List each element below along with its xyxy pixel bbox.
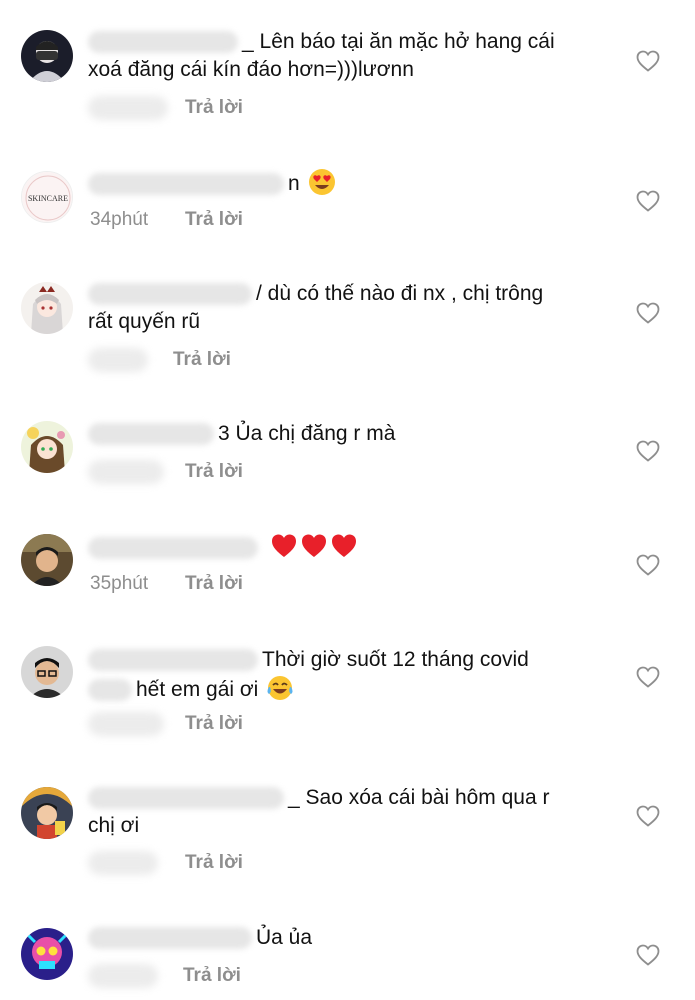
reply-button[interactable]: Trả lời — [183, 964, 241, 988]
reply-button[interactable]: Trả lời — [185, 208, 243, 232]
comment-item: SKINCARE n 34phút Trả lời — [0, 150, 695, 262]
comment-text-line: n — [88, 168, 336, 198]
blurred-username[interactable] — [88, 927, 252, 950]
comment-text-line: Thời giờ suốt 12 tháng covid — [88, 646, 529, 674]
blurred-username[interactable] — [88, 423, 214, 446]
anime-character-avatar[interactable] — [21, 421, 73, 473]
blurred-username — [88, 679, 132, 702]
comment-text-line: rất quyến rũ — [88, 308, 200, 336]
anime-girl-avatar[interactable] — [21, 282, 73, 334]
comment-text-line: xoá đăng cái kín đáo hơn=)))lươnn — [88, 56, 414, 84]
comment-item: _ Lên báo tại ăn mặc hở hang cái xoá đăn… — [0, 0, 695, 150]
comment-text: xoá đăng cái kín đáo hơn=)))lươnn — [88, 58, 414, 81]
comment-text: Thời giờ suốt 12 tháng covid — [262, 648, 529, 671]
blurred-time — [88, 96, 168, 120]
reply-button[interactable]: Trả lời — [185, 460, 243, 484]
man-portrait-avatar[interactable] — [21, 534, 73, 586]
cartoon-boy-avatar[interactable] — [21, 787, 73, 839]
like-heart-icon[interactable] — [636, 190, 660, 212]
neon-skull-avatar[interactable] — [21, 928, 73, 980]
reply-button[interactable]: Trả lời — [185, 851, 243, 875]
comment-item: 35phút Trả lời — [0, 512, 695, 622]
reply-button[interactable]: Trả lời — [173, 348, 231, 372]
comment-text: n — [288, 172, 300, 195]
blurred-username[interactable] — [88, 283, 252, 306]
like-heart-icon[interactable] — [636, 302, 660, 324]
comment-item: Thời giờ suốt 12 tháng covid hết em gái … — [0, 622, 695, 770]
comment-item: Ủa ủa Trả lời — [0, 902, 695, 1000]
like-heart-icon[interactable] — [636, 50, 660, 72]
blurred-time — [88, 348, 148, 372]
comment-time: 35phút — [90, 573, 149, 594]
comment-text: rất quyến rũ — [88, 310, 201, 333]
red-heart-emoji — [330, 532, 358, 560]
like-heart-icon[interactable] — [636, 440, 660, 462]
like-heart-icon[interactable] — [636, 666, 660, 688]
blurred-time — [88, 460, 164, 484]
reply-button[interactable]: Trả lời — [185, 572, 243, 596]
like-heart-icon[interactable] — [636, 805, 660, 827]
heart-eyes-emoji — [308, 168, 336, 196]
comment-text-line — [88, 532, 358, 562]
comment-text: _ Sao xóa cái bài hôm qua r — [288, 786, 550, 809]
comment-text-line: _ Sao xóa cái bài hôm qua r — [88, 784, 550, 812]
blurred-username[interactable] — [88, 787, 284, 810]
comment-text: _ Lên báo tại ăn mặc hở hang cái — [242, 30, 555, 53]
comment-item: 3 Ủa chị đăng r mà Trả lời — [0, 392, 695, 512]
comment-text-line: Ủa ủa — [88, 924, 312, 952]
masked-person-avatar[interactable] — [21, 30, 73, 82]
blurred-time — [88, 851, 158, 875]
blurred-username[interactable] — [88, 173, 284, 196]
blurred-username[interactable] — [88, 537, 258, 560]
comment-item: / dù có thế nào đi nx , chị trông rất qu… — [0, 262, 695, 392]
comment-text: 3 Ủa chị đăng r mà — [218, 422, 396, 445]
red-heart-emoji — [300, 532, 328, 560]
comment-item: _ Sao xóa cái bài hôm qua r chị ơi Trả l… — [0, 770, 695, 902]
like-heart-icon[interactable] — [636, 944, 660, 966]
comment-text: hết em gái ơi — [136, 678, 259, 701]
comment-text: / dù có thế nào đi nx , chị trông — [256, 282, 544, 305]
tears-of-joy-emoji — [266, 674, 294, 702]
red-heart-emoji — [270, 532, 298, 560]
blurred-username[interactable] — [88, 649, 258, 672]
reply-button[interactable]: Trả lời — [185, 712, 243, 736]
comment-time: 34phút — [90, 209, 149, 230]
comment-text: Ủa ủa — [256, 926, 313, 949]
comment-text-line: hết em gái ơi — [88, 674, 294, 704]
like-heart-icon[interactable] — [636, 554, 660, 576]
man-glasses-avatar[interactable] — [21, 646, 73, 698]
blurred-time — [88, 964, 158, 988]
blurred-username[interactable] — [88, 31, 238, 54]
comment-text-line: _ Lên báo tại ăn mặc hở hang cái — [88, 28, 555, 56]
comment-text-line: 3 Ủa chị đăng r mà — [88, 420, 395, 448]
reply-button[interactable]: Trả lời — [185, 96, 243, 120]
comment-text: chị ơi — [88, 814, 140, 837]
skincare-logo-avatar[interactable]: SKINCARE — [21, 171, 73, 223]
avatar-logo-text: SKINCARE — [28, 194, 68, 203]
blurred-time — [88, 712, 164, 736]
comment-text-line: / dù có thế nào đi nx , chị trông — [88, 280, 543, 308]
comment-text-line: chị ơi — [88, 812, 139, 840]
